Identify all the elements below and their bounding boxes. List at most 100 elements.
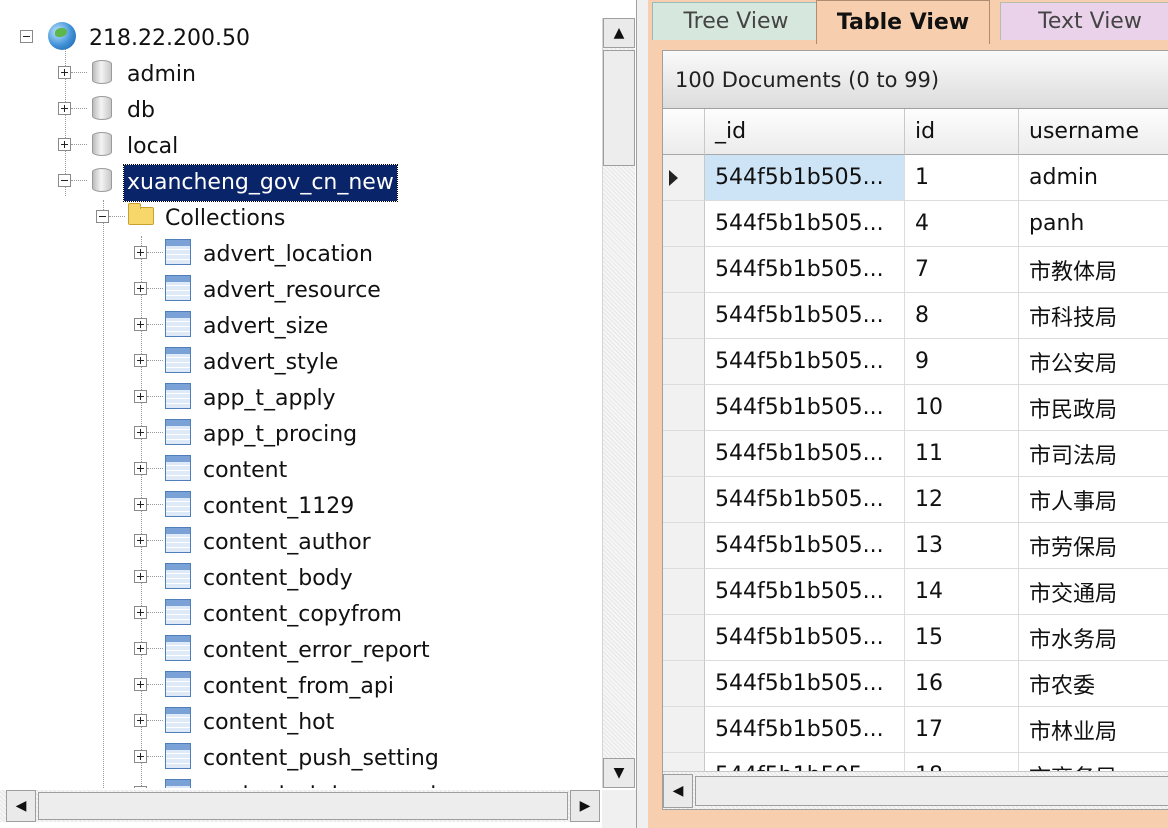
row-header[interactable] (663, 477, 705, 523)
column-header-username[interactable]: username (1019, 109, 1168, 155)
row-header[interactable] (663, 431, 705, 477)
scroll-left-button[interactable]: ◀ (6, 790, 36, 822)
cell-id[interactable]: 15 (905, 615, 1019, 661)
row-header[interactable] (663, 247, 705, 293)
row-header[interactable] (663, 385, 705, 431)
cell-username[interactable]: admin (1019, 155, 1168, 201)
server-node-label[interactable]: 218.22.200.50 (86, 21, 253, 57)
cell-id[interactable]: 13 (905, 523, 1019, 569)
expand-toggle[interactable] (134, 354, 147, 367)
row-header[interactable] (663, 615, 705, 661)
cell-username[interactable]: 市交通局 (1019, 569, 1168, 615)
collections-folder-label[interactable]: Collections (162, 201, 288, 237)
column-header-id[interactable]: id (905, 109, 1019, 155)
cell-id[interactable]: 17 (905, 707, 1019, 753)
expand-toggle[interactable] (134, 318, 147, 331)
row-header[interactable] (663, 293, 705, 339)
cell-id[interactable]: 8 (905, 293, 1019, 339)
expand-toggle[interactable] (134, 282, 147, 295)
tab-text-view[interactable]: Text View (1000, 2, 1168, 40)
cell-id[interactable]: 7 (905, 247, 1019, 293)
grid-horizontal-scrollbar[interactable]: ◀ (663, 771, 1168, 809)
expand-toggle[interactable] (134, 534, 147, 547)
row-header[interactable] (663, 339, 705, 385)
cell-id[interactable]: 16 (905, 661, 1019, 707)
cell-username[interactable]: 市水务局 (1019, 615, 1168, 661)
scroll-right-button[interactable]: ▶ (570, 790, 600, 822)
scroll-up-button[interactable]: ▲ (603, 18, 635, 48)
grid-scroll-left-button[interactable]: ◀ (663, 774, 693, 808)
expand-toggle[interactable] (134, 678, 147, 691)
cell-id[interactable]: 4 (905, 201, 1019, 247)
cell-_id[interactable]: 544f5b1b505... (705, 339, 905, 385)
cell-username[interactable]: 市人事局 (1019, 477, 1168, 523)
collection-node-label[interactable]: content (200, 453, 290, 489)
cell-username[interactable]: panh (1019, 201, 1168, 247)
row-header[interactable] (663, 201, 705, 247)
horizontal-scroll-thumb[interactable] (38, 792, 568, 820)
cell-id[interactable]: 11 (905, 431, 1019, 477)
expand-toggle[interactable] (134, 642, 147, 655)
tab-tree-view[interactable]: Tree View (652, 2, 820, 40)
collapse-toggle[interactable] (58, 174, 71, 187)
collection-node-label[interactable]: content_push_setting (200, 741, 442, 777)
cell-username[interactable]: 市农委 (1019, 661, 1168, 707)
collection-node-label[interactable]: advert_style (200, 345, 341, 381)
cell-id[interactable]: 9 (905, 339, 1019, 385)
row-header[interactable] (663, 523, 705, 569)
tree-horizontal-scrollbar[interactable]: ◀ ▶ (0, 790, 600, 822)
expand-toggle[interactable] (58, 102, 71, 115)
collection-node-label[interactable]: advert_resource (200, 273, 384, 309)
database-node-label[interactable]: xuancheng_gov_cn_new (123, 164, 398, 202)
cell-username[interactable]: 市劳保局 (1019, 523, 1168, 569)
row-header[interactable] (663, 661, 705, 707)
cell-_id[interactable]: 544f5b1b505... (705, 707, 905, 753)
expand-toggle[interactable] (134, 246, 147, 259)
cell-_id[interactable]: 544f5b1b505... (705, 293, 905, 339)
expand-toggle[interactable] (134, 786, 147, 788)
database-node-label[interactable]: db (124, 93, 158, 129)
collapse-toggle[interactable] (96, 210, 109, 223)
expand-toggle[interactable] (134, 390, 147, 403)
cell-_id[interactable]: 544f5b1b505... (705, 523, 905, 569)
scroll-down-button[interactable]: ▼ (603, 758, 635, 788)
collapse-toggle[interactable] (20, 30, 33, 43)
tab-table-view[interactable]: Table View (816, 0, 990, 44)
expand-toggle[interactable] (134, 570, 147, 583)
cell-username[interactable]: 市公安局 (1019, 339, 1168, 385)
collection-node-label[interactable]: content_error_report (200, 633, 433, 669)
collection-node-label[interactable]: advert_location (200, 237, 376, 273)
collection-node-label[interactable]: content_hot (200, 705, 337, 741)
cell-username[interactable]: 市教体局 (1019, 247, 1168, 293)
cell-id[interactable]: 10 (905, 385, 1019, 431)
expand-toggle[interactable] (134, 498, 147, 511)
collection-node-label[interactable]: content_1129 (200, 489, 357, 525)
collection-node-label[interactable]: content_author (200, 525, 374, 561)
cell-_id[interactable]: 544f5b1b505... (705, 155, 905, 201)
cell-username[interactable]: 市司法局 (1019, 431, 1168, 477)
collection-node-label[interactable]: app_t_procing (200, 417, 360, 453)
expand-toggle[interactable] (134, 714, 147, 727)
row-header[interactable] (663, 569, 705, 615)
expand-toggle[interactable] (134, 750, 147, 763)
cell-_id[interactable]: 544f5b1b505... (705, 661, 905, 707)
cell-username[interactable]: 市民政局 (1019, 385, 1168, 431)
expand-toggle[interactable] (134, 462, 147, 475)
column-header-_id[interactable]: _id (705, 109, 905, 155)
database-node-label[interactable]: admin (124, 57, 199, 93)
cell-username[interactable]: 市林业局 (1019, 707, 1168, 753)
cell-_id[interactable]: 544f5b1b505... (705, 247, 905, 293)
cell-_id[interactable]: 544f5b1b505... (705, 385, 905, 431)
database-tree[interactable]: 218.22.200.50 admin db local xuancheng_gov_c… (0, 14, 600, 788)
row-header[interactable] (663, 155, 705, 201)
expand-toggle[interactable] (58, 138, 71, 151)
collection-node-label[interactable]: content_status_counter (200, 777, 464, 788)
collection-node-label[interactable]: app_t_apply (200, 381, 339, 417)
expand-toggle[interactable] (58, 66, 71, 79)
collection-node-label[interactable]: content_body (200, 561, 356, 597)
expand-toggle[interactable] (134, 426, 147, 439)
collection-node-label[interactable]: content_from_api (200, 669, 397, 705)
collection-node-label[interactable]: content_copyfrom (200, 597, 405, 633)
grid-scroll-thumb[interactable] (695, 776, 1168, 806)
cell-username[interactable]: 市科技局 (1019, 293, 1168, 339)
